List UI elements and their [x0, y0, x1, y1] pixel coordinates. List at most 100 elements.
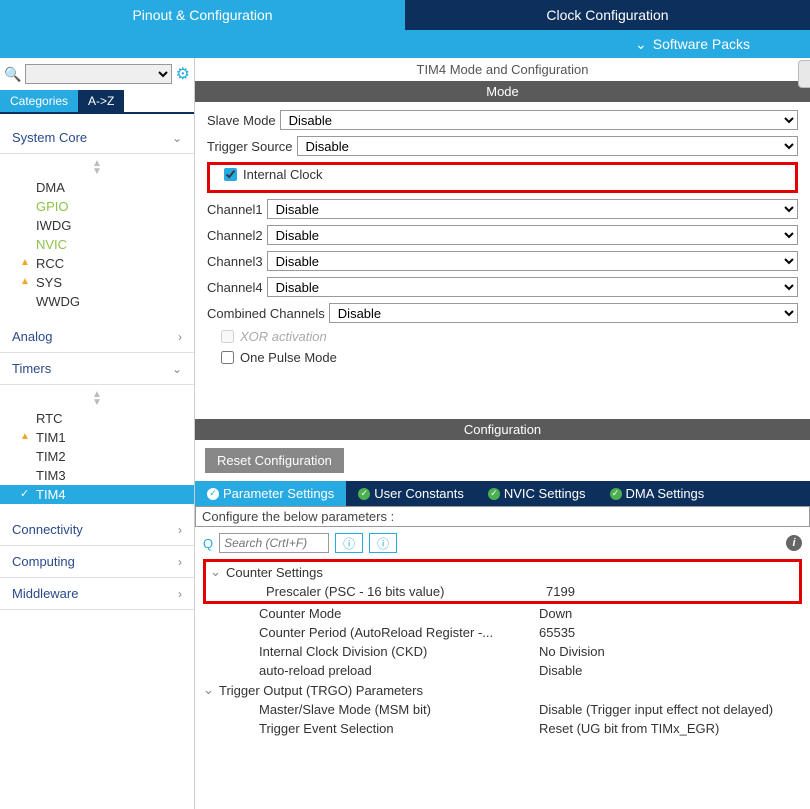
cat-label: Computing [12, 554, 75, 569]
search-next-button[interactable]: ⓘ [369, 533, 397, 553]
chevron-right-icon: › [178, 523, 182, 537]
cat-label: Analog [12, 329, 52, 344]
scroll-indicator: ▲▼ [0, 158, 194, 178]
internal-clock-label: Internal Clock [243, 167, 322, 182]
scroll-indicator: ▲▼ [0, 389, 194, 409]
chevron-down-icon: ⌄ [203, 682, 219, 698]
info-icon[interactable]: i [786, 535, 802, 551]
chevron-down-icon: ⌄ [635, 36, 647, 53]
item-sys[interactable]: SYS [0, 273, 194, 292]
sidebar: 🔍 ⚙ Categories A->Z System Core ⌄ ▲▼ DMA… [0, 58, 195, 809]
tab-dma-settings[interactable]: ✓DMA Settings [598, 481, 717, 506]
xor-checkbox [221, 330, 234, 343]
item-tim1[interactable]: TIM1 [0, 428, 194, 447]
tab-clock[interactable]: Clock Configuration [405, 0, 810, 30]
search-prev-button[interactable]: ⓘ [335, 533, 363, 553]
channel3-label: Channel3 [207, 254, 263, 269]
item-gpio[interactable]: GPIO [0, 197, 194, 216]
group-trgo[interactable]: ⌄ Trigger Output (TRGO) Parameters [203, 680, 802, 700]
software-packs-label[interactable]: Software Packs [653, 36, 750, 52]
params-header: Configure the below parameters : [195, 506, 810, 527]
tab-nvic-settings[interactable]: ✓NVIC Settings [476, 481, 598, 506]
annotation-highlight: Internal Clock [207, 162, 798, 193]
cat-analog[interactable]: Analog › [0, 321, 194, 353]
top-tabs: Pinout & Configuration Clock Configurati… [0, 0, 810, 30]
mode-header: Mode [195, 81, 810, 102]
param-tree: ⌄ Counter Settings Prescaler (PSC - 16 b… [195, 559, 810, 748]
search-icon: 🔍 [4, 66, 21, 83]
chevron-down-icon: ⌄ [172, 362, 182, 376]
panel-handle[interactable] [798, 60, 810, 88]
item-wwdg[interactable]: WWDG [0, 292, 194, 311]
combined-channels-label: Combined Channels [207, 306, 325, 321]
category-tree: System Core ⌄ ▲▼ DMA GPIO IWDG NVIC RCC … [0, 114, 194, 809]
chevron-right-icon: › [178, 330, 182, 344]
group-counter-settings[interactable]: ⌄ Counter Settings [210, 562, 795, 582]
cat-computing[interactable]: Computing › [0, 546, 194, 578]
one-pulse-checkbox[interactable] [221, 351, 234, 364]
cat-connectivity[interactable]: Connectivity › [0, 514, 194, 546]
chevron-down-icon: ⌄ [210, 564, 226, 580]
chevron-right-icon: › [178, 587, 182, 601]
cat-timers[interactable]: Timers ⌄ [0, 353, 194, 385]
channel4-label: Channel4 [207, 280, 263, 295]
slave-mode-label: Slave Mode [207, 113, 276, 128]
reset-config-button[interactable]: Reset Configuration [205, 448, 344, 473]
tab-pinout[interactable]: Pinout & Configuration [0, 0, 405, 30]
xor-label: XOR activation [240, 329, 327, 344]
one-pulse-label: One Pulse Mode [240, 350, 337, 365]
cat-label: Middleware [12, 586, 78, 601]
sub-bar: ⌄ Software Packs [0, 30, 810, 58]
item-iwdg[interactable]: IWDG [0, 216, 194, 235]
check-icon: ✓ [358, 488, 370, 500]
tab-user-constants[interactable]: ✓User Constants [346, 481, 476, 506]
param-trigger-event[interactable]: Trigger Event Selection Reset (UG bit fr… [203, 719, 802, 738]
channel3-select[interactable]: Disable [267, 251, 798, 271]
cat-system-core[interactable]: System Core ⌄ [0, 122, 194, 154]
tab-parameter-settings[interactable]: ✓Parameter Settings [195, 481, 346, 506]
trigger-source-label: Trigger Source [207, 139, 293, 154]
cat-middleware[interactable]: Middleware › [0, 578, 194, 610]
param-preload[interactable]: auto-reload preload Disable [203, 661, 802, 680]
config-header: Configuration [195, 419, 810, 440]
item-rcc[interactable]: RCC [0, 254, 194, 273]
content-panel: TIM4 Mode and Configuration Mode Slave M… [195, 58, 810, 809]
check-icon: ✓ [488, 488, 500, 500]
param-search-input[interactable] [219, 533, 329, 553]
channel1-label: Channel1 [207, 202, 263, 217]
item-tim2[interactable]: TIM2 [0, 447, 194, 466]
item-tim4[interactable]: TIM4 [0, 485, 194, 504]
tab-categories[interactable]: Categories [0, 90, 78, 112]
channel4-select[interactable]: Disable [267, 277, 798, 297]
channel1-select[interactable]: Disable [267, 199, 798, 219]
cat-label: Timers [12, 361, 51, 376]
combined-channels-select[interactable]: Disable [329, 303, 798, 323]
channel2-label: Channel2 [207, 228, 263, 243]
chevron-down-icon: ⌄ [172, 131, 182, 145]
item-dma[interactable]: DMA [0, 178, 194, 197]
item-rtc[interactable]: RTC [0, 409, 194, 428]
tab-az[interactable]: A->Z [78, 90, 124, 112]
gear-icon[interactable]: ⚙ [176, 64, 190, 84]
item-nvic[interactable]: NVIC [0, 235, 194, 254]
config-tabs: ✓Parameter Settings ✓User Constants ✓NVI… [195, 481, 810, 506]
annotation-highlight: ⌄ Counter Settings Prescaler (PSC - 16 b… [203, 559, 802, 604]
panel-title: TIM4 Mode and Configuration [195, 58, 810, 81]
chevron-right-icon: › [178, 555, 182, 569]
param-prescaler[interactable]: Prescaler (PSC - 16 bits value) 7199 [210, 582, 795, 601]
trigger-source-select[interactable]: Disable [297, 136, 799, 156]
cat-label: Connectivity [12, 522, 83, 537]
check-icon: ✓ [610, 488, 622, 500]
check-icon: ✓ [207, 488, 219, 500]
slave-mode-select[interactable]: Disable [280, 110, 798, 130]
cat-label: System Core [12, 130, 87, 145]
param-counter-mode[interactable]: Counter Mode Down [203, 604, 802, 623]
param-counter-period[interactable]: Counter Period (AutoReload Register -...… [203, 623, 802, 642]
mode-body: Slave Mode Disable Trigger Source Disabl… [195, 102, 810, 379]
channel2-select[interactable]: Disable [267, 225, 798, 245]
param-msm[interactable]: Master/Slave Mode (MSM bit) Disable (Tri… [203, 700, 802, 719]
internal-clock-checkbox[interactable] [224, 168, 237, 181]
item-tim3[interactable]: TIM3 [0, 466, 194, 485]
param-ckd[interactable]: Internal Clock Division (CKD) No Divisio… [203, 642, 802, 661]
search-input[interactable] [25, 64, 171, 84]
